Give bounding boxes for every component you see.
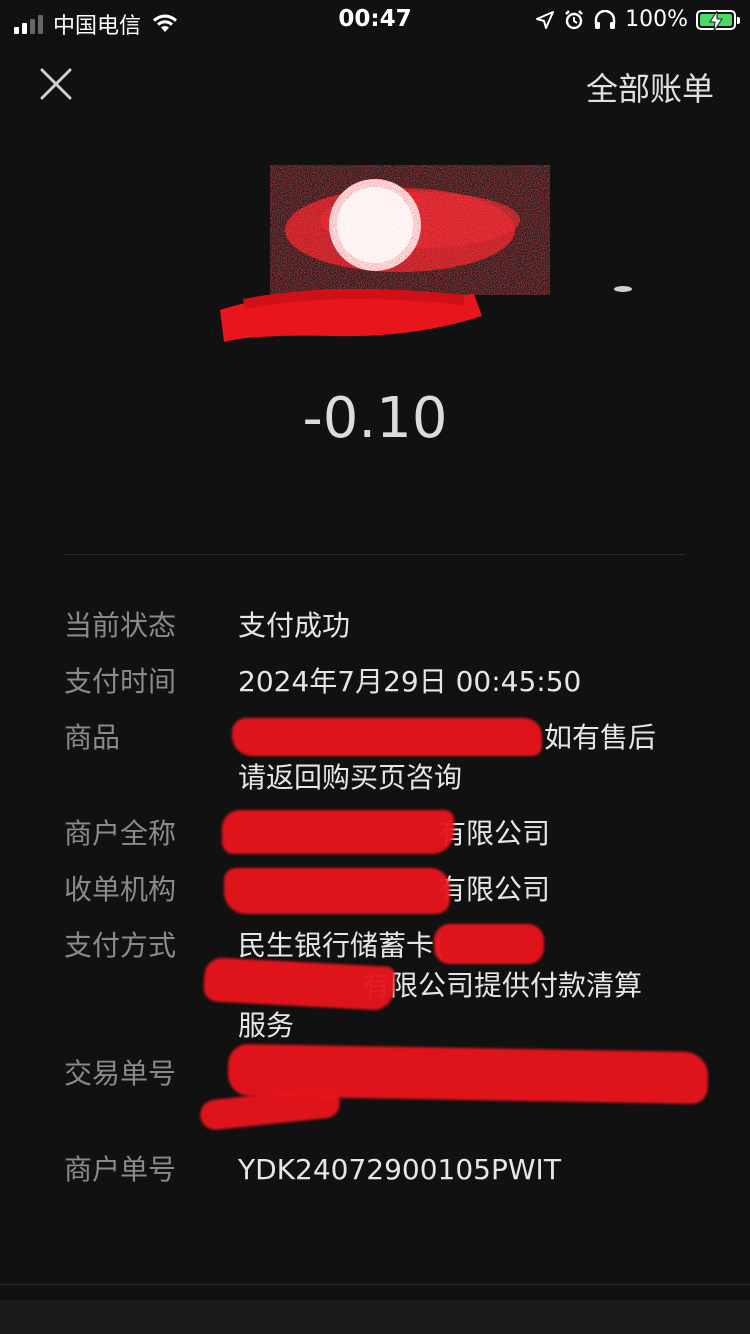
merchant-name-label: 商户全称 xyxy=(64,817,177,850)
transaction-details: 当前状态 支付成功 支付时间 2024年7月29日 00:45:50 商品 如有… xyxy=(64,606,714,1206)
acquirer-label: 收单机构 xyxy=(64,873,177,906)
pay-method-line3: 服务 xyxy=(238,1009,295,1042)
row-pay-time: 支付时间 2024年7月29日 00:45:50 xyxy=(64,662,714,718)
product-value-line2: 请返回购买页咨询 xyxy=(238,761,463,794)
acquirer-redaction xyxy=(224,868,450,914)
status-value: 支付成功 xyxy=(238,609,351,642)
product-redaction xyxy=(232,718,542,756)
row-merchant-no: 商户单号 YDK24072900105PWIT xyxy=(64,1150,714,1206)
merchant-no-label: 商户单号 xyxy=(64,1153,177,1186)
divider xyxy=(64,554,686,555)
pay-time-label: 支付时间 xyxy=(64,665,177,698)
row-status: 当前状态 支付成功 xyxy=(64,606,714,662)
product-value: 如有售后 请返回购买页咨询 xyxy=(232,718,714,814)
pay-method-value: 民生银行储蓄卡( 有限公司提供付款清算 服务 xyxy=(202,924,714,1054)
headphones-icon xyxy=(594,9,616,29)
merchant-name-value: 有限公司 xyxy=(222,810,714,870)
location-icon xyxy=(536,10,555,29)
bottom-divider xyxy=(0,1284,750,1285)
alarm-icon xyxy=(565,9,583,29)
row-product: 商品 如有售后 请返回购买页咨询 xyxy=(64,718,714,814)
transaction-amount: -0.10 xyxy=(302,386,448,451)
status-bar: 中国电信 00:47 100% xyxy=(0,0,750,44)
merchant-name-redacted xyxy=(220,288,482,342)
row-acquirer: 收单机构 有限公司 xyxy=(64,868,714,926)
card-number-redaction xyxy=(434,924,544,964)
battery-percent: 100% xyxy=(625,7,688,32)
bottom-bar xyxy=(0,1300,750,1334)
merchant-logo-redacted xyxy=(270,165,550,295)
row-pay-method: 支付方式 民生银行储蓄卡( 有限公司提供付款清算 服务 xyxy=(64,924,714,1054)
status-label: 当前状态 xyxy=(64,609,177,642)
close-icon[interactable] xyxy=(38,66,74,102)
pay-time-value: 2024年7月29日 00:45:50 xyxy=(238,665,582,698)
small-mark xyxy=(614,286,632,292)
merchant-no-value: YDK24072900105PWIT xyxy=(238,1153,561,1186)
trade-no-value xyxy=(198,1043,714,1150)
row-merchant-name: 商户全称 有限公司 xyxy=(64,810,714,870)
battery-icon xyxy=(696,9,740,31)
acquirer-value: 有限公司 xyxy=(224,868,714,926)
row-trade-no: 交易单号 xyxy=(64,1043,714,1150)
all-bills-link[interactable]: 全部账单 xyxy=(586,64,714,110)
merchant-name-redaction xyxy=(222,810,454,854)
product-label: 商品 xyxy=(64,721,121,754)
